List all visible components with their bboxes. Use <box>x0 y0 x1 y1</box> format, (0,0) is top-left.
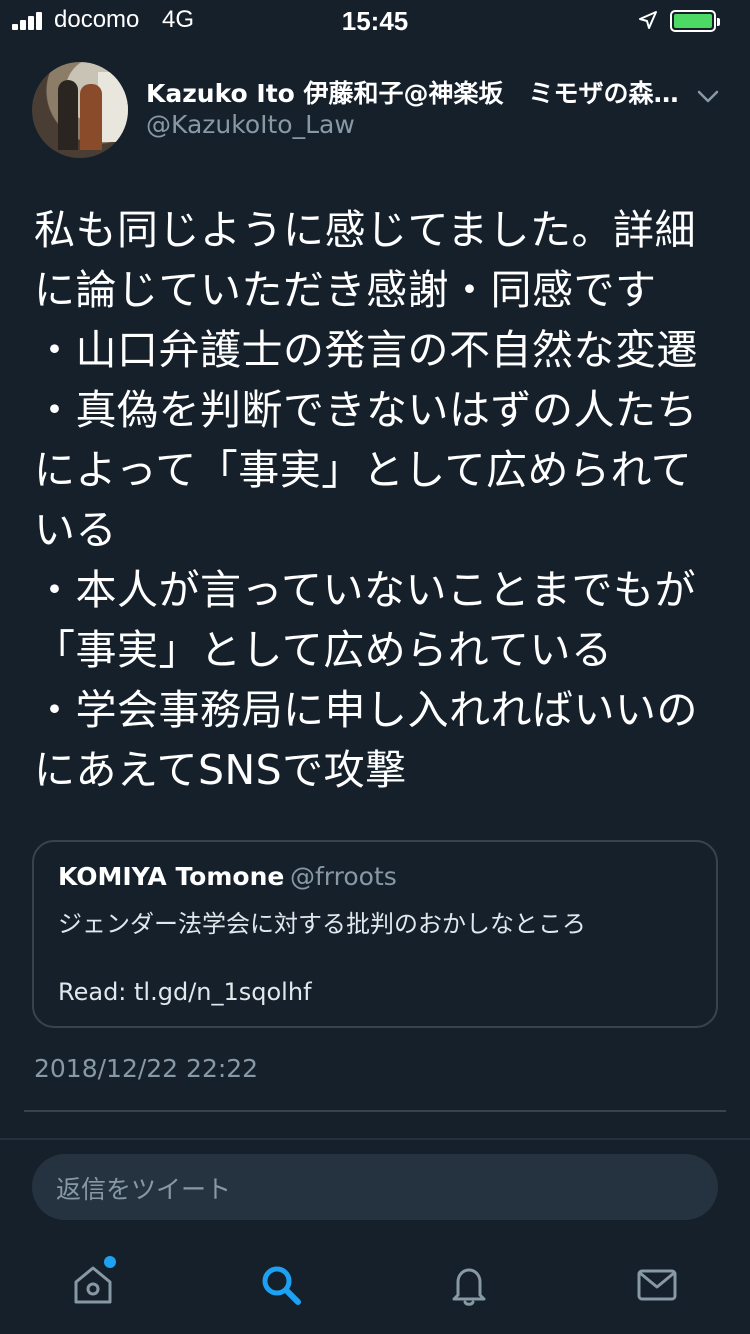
tweet-timestamp: 2018/12/22 22:22 <box>34 1054 259 1083</box>
quoted-author-name: KOMIYA Tomone <box>58 862 285 891</box>
quoted-tweet[interactable]: KOMIYA Tomone @frroots ジェンダー法学会に対する批判のおか… <box>32 840 718 1028</box>
author-handle[interactable]: @KazukoIto_Law <box>146 110 355 139</box>
battery-icon <box>670 10 720 32</box>
messages-icon[interactable] <box>634 1262 680 1308</box>
status-bar: docomo 4G 15:45 <box>0 0 750 40</box>
avatar[interactable] <box>32 62 128 158</box>
reply-input[interactable]: 返信をツイート <box>32 1154 718 1220</box>
location-icon <box>639 11 657 29</box>
divider <box>0 1138 750 1140</box>
author-name[interactable]: Kazuko Ito 伊藤和子@神楽坂 ミモザの森法律事務所 <box>146 74 686 110</box>
search-icon[interactable] <box>258 1262 304 1308</box>
notifications-icon[interactable] <box>446 1262 492 1308</box>
quoted-author-handle: @frroots <box>290 862 397 891</box>
divider <box>24 1110 726 1112</box>
quoted-text: ジェンダー法学会に対する批判のおかしなところ <box>58 910 586 938</box>
reply-placeholder: 返信をツイート <box>56 1175 232 1204</box>
tweet-text: 私も同じように感じてました。詳細 に論じていただき感謝・同感です ・山口弁護士の… <box>34 206 698 794</box>
home-icon[interactable] <box>70 1262 116 1308</box>
chevron-down-icon[interactable] <box>696 84 720 108</box>
quoted-link[interactable]: Read: tl.gd/n_1sqolhf <box>58 978 312 1006</box>
